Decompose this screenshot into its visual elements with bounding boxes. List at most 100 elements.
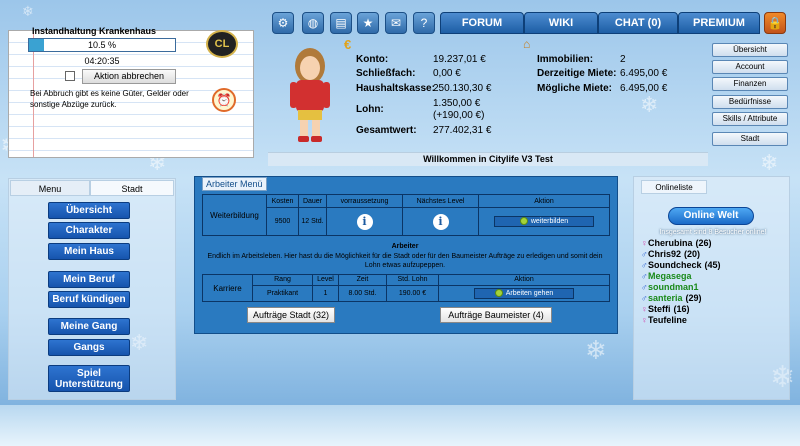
tab-wiki[interactable]: WIKI [524, 12, 598, 34]
col-level: Level [312, 274, 339, 286]
alarm-clock-icon: ⏰ [212, 88, 236, 112]
online-welt-button[interactable]: Online Welt [668, 207, 754, 225]
help-icon[interactable]: ? [413, 12, 435, 34]
settings-icon[interactable]: ⚙ [272, 12, 294, 34]
weiterbildung-dauer: 12 Std. [298, 207, 327, 236]
haushaltskasse-value: 250.130,30 € [433, 83, 492, 94]
online-user-name: soundman1 [648, 282, 699, 292]
star-icon[interactable]: ★ [357, 12, 379, 34]
online-user[interactable]: ♂Chris92 (20) [641, 249, 700, 259]
online-user-name: Steffi [648, 304, 671, 314]
beruf-kuendigen-button[interactable]: Beruf kündigen [48, 291, 130, 308]
weiterbildung-table: Weiterbildung Kosten Dauer vorraussetzun… [202, 194, 610, 236]
weiterbilden-button[interactable]: weiterbilden [494, 215, 594, 227]
task-title: Instandhaltung Krankenhaus [32, 26, 157, 36]
task-progress-text: 10.5 % [87, 40, 117, 50]
karriere-rang: Praktikant [252, 284, 313, 303]
logout-lock-icon[interactable]: 🔒 [764, 12, 786, 34]
gesamtwert-value: 277.402,31 € [433, 125, 492, 136]
online-user-info: (45) [704, 260, 721, 270]
online-user-name: Soundcheck [648, 260, 702, 270]
welcome-banner: Willkommen in Citylife V3 Test [268, 152, 708, 166]
gesamtwert-label: Gesamtwert: [356, 125, 417, 136]
tab-forum[interactable]: FORUM [440, 12, 524, 34]
mein-haus-button[interactable]: Mein Haus [48, 243, 130, 260]
online-user[interactable]: ♂santeria (29) [641, 293, 702, 303]
karriere-lohn: 190.00 € [386, 284, 439, 303]
online-user[interactable]: ♂Soundcheck (45) [641, 260, 721, 270]
check-icon [519, 217, 528, 226]
male-icon: ♂ [641, 271, 648, 281]
citylife-logo: CL [206, 30, 238, 58]
tab-stadt[interactable]: Stadt [90, 180, 174, 196]
online-user-name: Cherubina [648, 238, 693, 248]
uebersicht-button[interactable]: Übersicht [48, 202, 130, 219]
lohn-extra: (+190,00 €) [433, 110, 485, 121]
online-user[interactable]: ♀Teufeline [641, 315, 690, 325]
col-std-lohn: Std. Lohn [386, 274, 439, 286]
info-icon[interactable]: i [432, 213, 449, 230]
online-user-info: (16) [673, 304, 690, 314]
lohn-value: 1.350,00 € [433, 98, 481, 109]
avatar [290, 48, 330, 142]
menu-account-button[interactable]: Account [712, 60, 788, 74]
mein-beruf-button[interactable]: Mein Beruf [48, 271, 130, 288]
inventory-icon[interactable]: ▤ [330, 12, 352, 34]
arbeiter-description: Endlich im Arbeitsleben. Hier hast du di… [207, 253, 603, 269]
female-icon: ♀ [641, 238, 648, 248]
menu-uebersicht-button[interactable]: Übersicht [712, 43, 788, 57]
karriere-level: 1 [312, 284, 339, 303]
lohn-label: Lohn: [356, 104, 384, 115]
auftraege-baumeister-button[interactable]: Aufträge Baumeister (4) [440, 307, 552, 323]
menu-beduerfnisse-button[interactable]: Bedürfnisse [712, 95, 788, 109]
immobilien-value: 2 [620, 54, 626, 65]
moegliche-miete-value: 6.495,00 € [620, 83, 668, 94]
task-progress-bar: 10.5 % [28, 38, 176, 52]
tab-chat[interactable]: CHAT (0) [598, 12, 678, 34]
menu-finanzen-button[interactable]: Finanzen [712, 77, 788, 91]
weiterbilden-label: weiterbilden [530, 217, 569, 225]
gangs-button[interactable]: Gangs [48, 339, 130, 356]
online-count: Insgesamt sind 8 Besucher online! [659, 229, 767, 236]
online-user[interactable]: ♀Steffi (16) [641, 304, 690, 314]
col-aktion: Aktion [438, 274, 610, 286]
task-time-left: 04:20:35 [84, 56, 120, 66]
world-icon[interactable]: ◍ [302, 12, 324, 34]
charakter-button[interactable]: Charakter [48, 222, 130, 239]
online-user-name: Teufeline [648, 315, 687, 325]
konto-value: 19.237,01 € [433, 54, 486, 65]
col-rang: Rang [252, 274, 313, 286]
konto-label: Konto: [356, 54, 389, 65]
cancel-action-button[interactable]: Aktion abbrechen [82, 69, 176, 84]
online-user[interactable]: ♂Megasega [641, 271, 695, 281]
tab-premium[interactable]: PREMIUM [678, 12, 760, 34]
confirm-checkbox[interactable] [65, 71, 75, 81]
online-user-name: Megasega [648, 271, 692, 281]
snowflake-decoration: ❄ [585, 335, 607, 365]
male-icon: ♂ [641, 293, 648, 303]
online-user[interactable]: ♀Cherubina (26) [641, 238, 712, 248]
spiel-unterstuetzung-button[interactable]: Spiel Unterstützung [48, 365, 130, 392]
immobilien-label: Immobilien: [537, 54, 594, 65]
info-icon[interactable]: i [356, 213, 373, 230]
menu-skills-button[interactable]: Skills / Attribute [712, 112, 788, 126]
menu-stadt-button[interactable]: Stadt [712, 132, 788, 146]
online-user-info: (20) [684, 249, 701, 259]
mail-icon[interactable]: ✉ [385, 12, 407, 34]
meine-gang-button[interactable]: Meine Gang [48, 318, 130, 335]
haushaltskasse-label: Haushaltskasse: [356, 83, 435, 94]
auftraege-stadt-button[interactable]: Aufträge Stadt (32) [247, 307, 335, 323]
online-user-name: santeria [648, 293, 683, 303]
col-kosten: Kosten [266, 194, 299, 208]
karriere-label: Karriere [202, 274, 253, 302]
tab-onlineliste[interactable]: Onlineliste [641, 180, 707, 194]
snowflake-decoration: ❄ [22, 3, 34, 19]
online-user[interactable]: ♂soundman1 [641, 282, 702, 292]
arbeiter-menu-tab[interactable]: Arbeiter Menü [202, 177, 267, 191]
female-icon: ♀ [641, 304, 648, 314]
arbeiten-gehen-label: Arbeiten gehen [505, 289, 554, 297]
schliessfach-value: 0,00 € [433, 68, 461, 79]
arbeiten-gehen-button[interactable]: Arbeiten gehen [474, 287, 574, 299]
tab-menu[interactable]: Menu [10, 180, 90, 196]
derzeitige-miete-label: Derzeitige Miete: [537, 68, 617, 79]
